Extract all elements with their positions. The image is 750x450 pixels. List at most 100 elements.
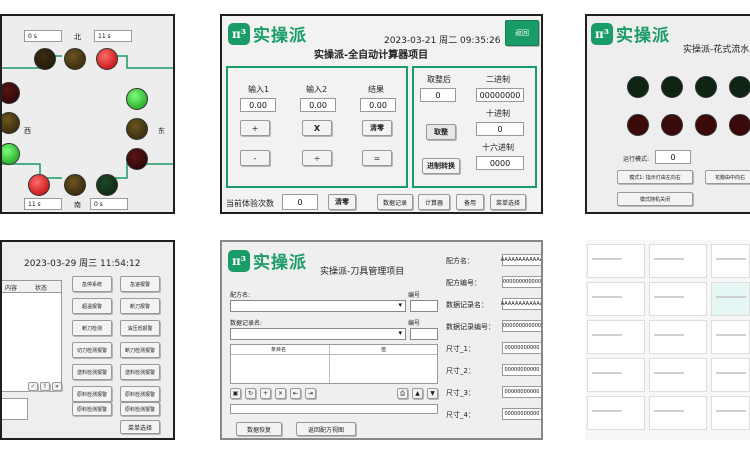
minus-button[interactable]: - [240,150,270,166]
card-line [654,296,684,298]
lamp-4 [729,76,750,98]
detail-value-8: 00000000000 [502,408,541,420]
detail-label-6: 尺寸_2： [446,367,475,375]
south-right-timer: 0 s [90,198,128,210]
check-icon[interactable]: ✓ [28,382,38,391]
alarm-button-3-1[interactable]: 断刀检测 [72,320,112,336]
plus-button[interactable]: + [240,120,270,136]
footer-button-menu[interactable]: 菜单选择 [490,194,526,210]
mode-left-button[interactable]: 模式1: 指示灯由左向右 [617,170,693,184]
north-right-timer: 11 s [94,30,132,42]
east-lamp-1 [126,88,148,110]
mode-off-button[interactable]: 模式随机关闭 [617,192,693,206]
detail-label-5: 尺寸_1： [446,345,475,353]
south-lamp-yellow [64,174,86,196]
east-lamp-3 [126,148,148,170]
divide-button[interactable]: ÷ [302,150,332,166]
footer-button-spare[interactable]: 备用 [456,194,484,210]
count-label: 当前体验次数 [226,199,274,208]
alarm-button-3-2[interactable]: 油压低报警 [120,320,160,336]
new-icon[interactable]: + [260,388,271,399]
card[interactable] [587,396,645,430]
alarm-button-7-1[interactable]: 原料检测报警 [72,402,112,416]
card[interactable] [587,282,645,316]
delete-icon[interactable]: × [275,388,286,399]
alarm-button-7-2[interactable]: 原料检测报警 [120,402,160,416]
print-icon[interactable]: ⎙ [397,388,408,399]
alarm-button-6-1[interactable]: 原料检测报警 [72,386,112,402]
data-record-id-label: 编号 [408,320,421,327]
card[interactable] [649,396,707,430]
tool-management-panel: π³ 实操派 实操派-刀具管理项目 配方名: 编号 ▾ 数据记录名: 编号 ▾ … [220,240,543,440]
alarm-button-2-1[interactable]: 超温报警 [72,298,112,314]
menu-button[interactable]: 菜单选择 [120,420,160,434]
mode-right-button[interactable]: 花瓣由中向右 [705,170,750,184]
alarm-button-4-2[interactable]: 断刀检测报警 [120,342,160,358]
alarm-button-5-1[interactable]: 送料检测报警 [72,364,112,380]
card[interactable] [587,244,645,278]
alarm-button-2-2[interactable]: 断刀报警 [120,298,160,314]
alarm-button-5-2[interactable]: 送料检测报警 [120,364,160,380]
return-recipe-view-button[interactable]: 返回配方视图 [296,422,356,436]
equals-button[interactable]: = [362,150,392,166]
return-button[interactable]: 返回 [505,20,539,46]
count-clear-button[interactable]: 清零 [328,194,356,210]
download-icon[interactable]: ▼ [427,388,438,399]
upload-icon[interactable]: ▲ [412,388,423,399]
alarm-table-header: 内容 状态 [2,281,61,293]
card-line [592,296,622,298]
data-record-select[interactable]: ▾ [230,328,406,340]
alarm-button-6-2[interactable]: 原料检测报警 [120,386,160,402]
decimal-field: 0 [476,122,524,136]
footer-button-records[interactable]: 数据记录 [377,194,413,210]
detail-value-7: 00000000000 [502,386,541,398]
refresh-icon[interactable]: ↻ [245,388,256,399]
south-left-timer: 11 s [24,198,62,210]
north-left-timer: 0 s [24,30,62,42]
card[interactable] [649,320,707,354]
card[interactable] [649,282,707,316]
recipe-status-bar [230,404,438,414]
card[interactable] [711,358,750,392]
card[interactable] [587,320,645,354]
card-line [654,410,684,412]
card[interactable] [649,244,707,278]
alarm-button-4-1[interactable]: 切刀检测报警 [72,342,112,358]
lamp-3 [695,76,717,98]
formula-select[interactable]: ▾ [230,300,406,312]
info-icon[interactable]: ! [40,382,50,391]
formula-id-field[interactable] [410,300,438,312]
clear-button[interactable]: 清零 [362,120,392,136]
detail-value-2: 000000000000 [502,276,541,288]
card[interactable] [649,358,707,392]
lamp-8 [729,114,750,136]
multiply-button[interactable]: X [302,120,332,136]
import-icon[interactable]: ⇤ [290,388,301,399]
card[interactable] [711,320,750,354]
detail-label-2: 配方编号： [446,279,481,287]
convert-button[interactable]: 进制转换 [422,158,460,174]
export-icon[interactable]: ⇥ [305,388,316,399]
input2-field[interactable]: 0.00 [300,98,336,112]
card[interactable] [587,358,645,392]
alarm-button-1-2[interactable]: 急速报警 [120,276,160,292]
recipe-table-header: 条目名 值 [231,345,437,355]
arrow-right-icon[interactable]: » [52,382,62,391]
input1-field[interactable]: 0.00 [240,98,276,112]
alarm-detail-box [2,398,28,420]
card[interactable] [711,244,750,278]
alarm-button-1-1[interactable]: 急停系统 [72,276,112,292]
data-record-id-field[interactable] [410,328,438,340]
convert-before-field[interactable]: 0 [420,88,456,102]
data-restore-button[interactable]: 数据恢复 [236,422,282,436]
card-highlighted[interactable] [711,282,750,316]
binary-field: 00000000 [476,88,524,102]
footer-button-calculator[interactable]: 计算器 [418,194,450,210]
save-icon[interactable]: ▣ [230,388,241,399]
card[interactable] [711,396,750,430]
round-button[interactable]: 取整 [426,124,456,140]
detail-value-5: 00000000000 [502,342,541,354]
page-title: 实操派-刀具管理项目 [320,267,405,277]
detail-label-4: 数据记录编号： [446,323,495,331]
hex-field: 0000 [476,156,524,170]
